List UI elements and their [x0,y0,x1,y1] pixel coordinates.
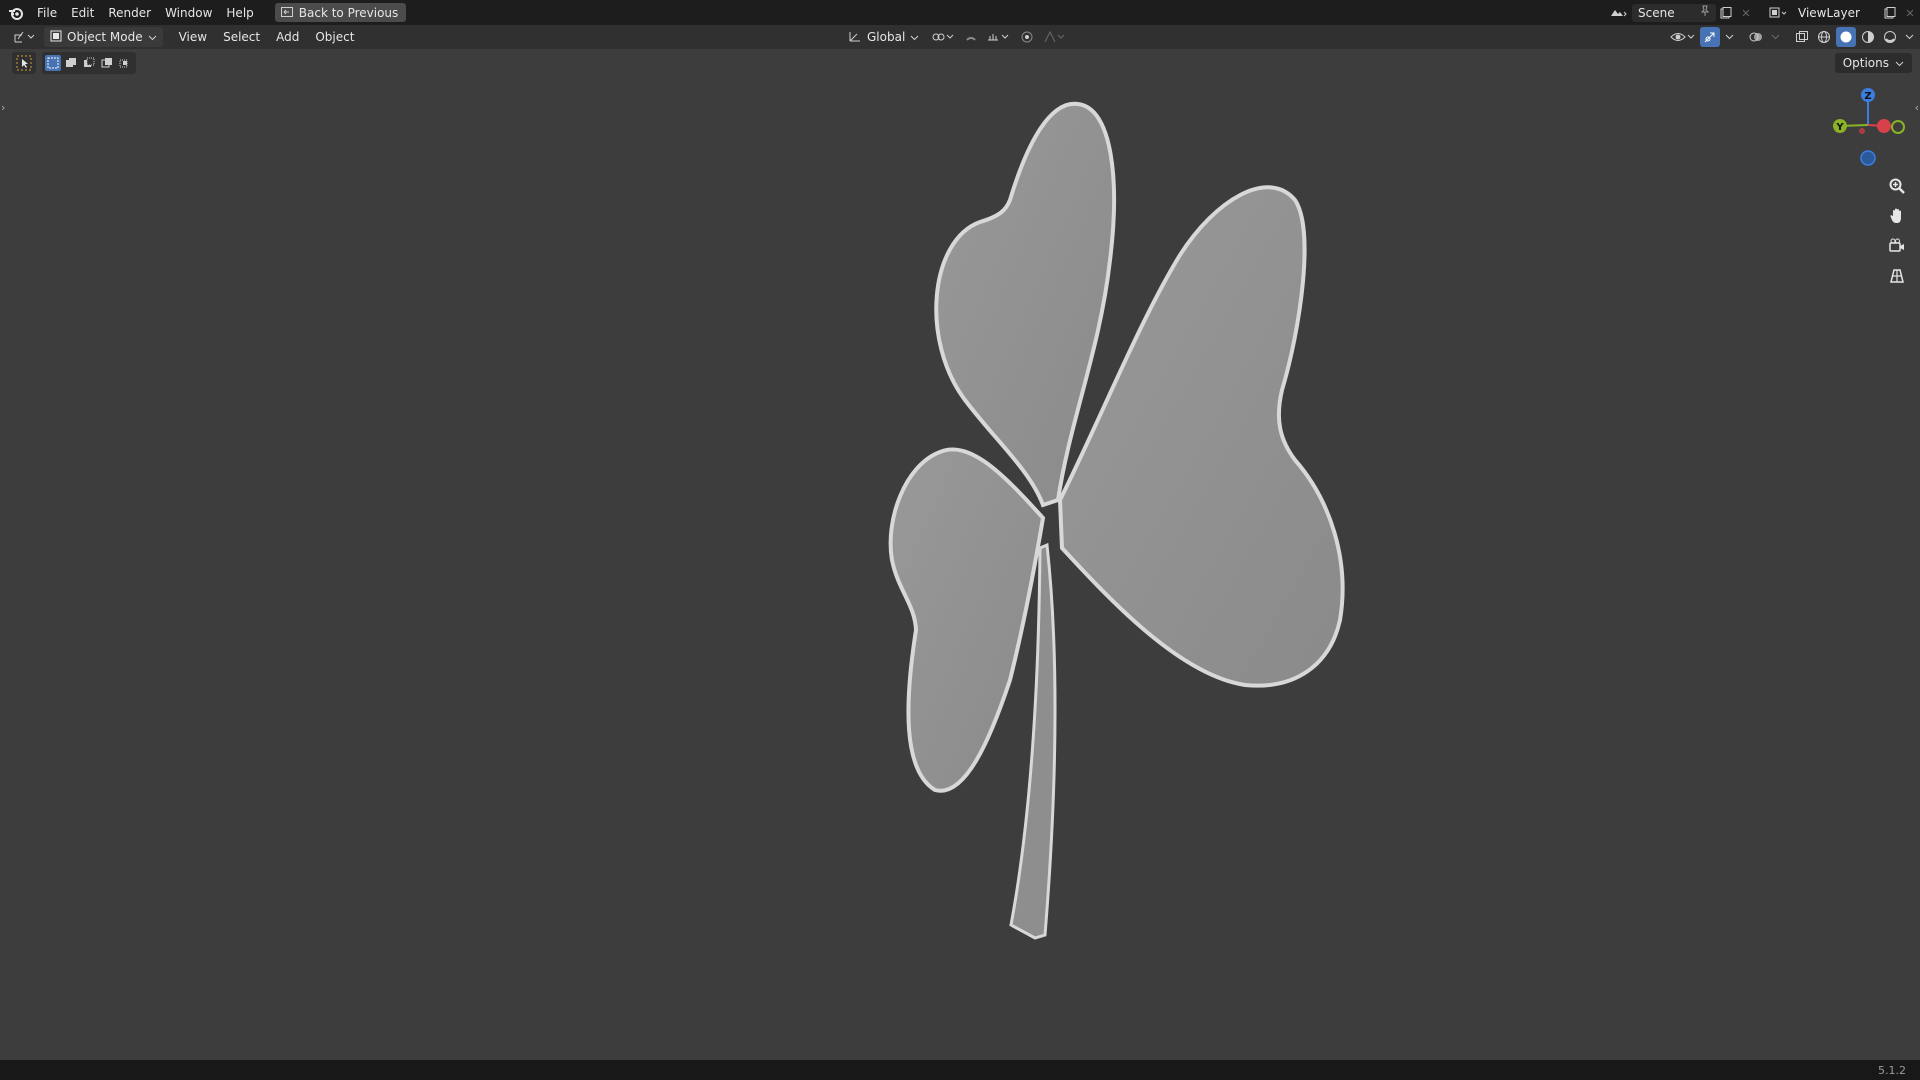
menu-add[interactable]: Add [268,30,307,44]
visibility-icon[interactable] [1668,27,1698,47]
menu-window[interactable]: Window [158,2,219,24]
menu-edit[interactable]: Edit [64,2,101,24]
viewport-canvas[interactable] [0,49,1920,1059]
pivot-point-icon[interactable] [929,27,957,47]
scene-browse-icon[interactable] [1608,3,1628,23]
top-bar: File Edit Render Window Help Back to Pre… [0,0,1920,25]
clover-model[interactable] [888,101,1345,940]
back-icon [280,6,293,20]
back-to-previous-button[interactable]: Back to Previous [274,3,407,22]
menu-help[interactable]: Help [219,2,260,24]
gizmo-toggle-icon[interactable] [1700,27,1720,47]
xray-toggle-icon[interactable] [1792,27,1812,47]
view-layer-name: ViewLayer [1798,5,1860,20]
view-layer-field[interactable]: ViewLayer [1792,4,1880,22]
chevron-down-icon[interactable] [1902,27,1916,47]
blender-logo-icon[interactable] [2,0,30,25]
chevron-down-icon [910,30,919,44]
scene-field[interactable]: Scene [1632,3,1716,22]
falloff-icon[interactable] [1041,27,1069,47]
snap-toggle-icon[interactable] [961,27,981,47]
orientation-label: Global [867,30,906,44]
delete-scene-icon[interactable] [1736,3,1756,23]
orientation-icon [848,29,862,46]
editor-type-icon[interactable] [12,27,40,47]
menu-object[interactable]: Object [307,30,362,44]
object-mode-icon [50,30,62,45]
pin-icon[interactable] [1700,5,1710,20]
menu-render[interactable]: Render [101,2,158,24]
delete-view-layer-icon[interactable] [1900,3,1920,23]
view-layer-browse-icon[interactable] [1768,3,1788,23]
back-to-previous-label: Back to Previous [298,5,399,20]
scene-name: Scene [1638,5,1675,20]
menu-view[interactable]: View [171,30,215,44]
menu-select[interactable]: Select [215,30,268,44]
rendered-shading-icon[interactable] [1880,27,1900,47]
mode-dropdown[interactable]: Object Mode [44,27,163,47]
chevron-down-icon[interactable] [1768,27,1782,47]
version-label: 5.1.2 [1878,1063,1906,1077]
proportional-editing-icon[interactable] [1017,27,1037,47]
mode-label: Object Mode [67,30,143,44]
menu-file[interactable]: File [30,2,64,24]
viewport-header: Object Mode View Select Add Object Globa… [0,25,1920,49]
transform-orientation-dropdown[interactable]: Global [842,27,925,47]
wireframe-shading-icon[interactable] [1814,27,1834,47]
snap-target-icon[interactable] [985,27,1013,47]
chevron-down-icon [148,30,157,44]
top-right-controls: Scene ViewLayer [1608,0,1920,25]
status-bar: 5.1.2 [0,1060,1920,1080]
clover-leaf-left[interactable] [888,447,1046,793]
chevron-down-icon[interactable] [1722,27,1736,47]
new-view-layer-icon[interactable] [1880,3,1900,23]
overlays-icon[interactable] [1746,27,1766,47]
new-scene-icon[interactable] [1716,3,1736,23]
viewport-right-tools [1668,25,1916,49]
viewport-center-tools: Global [838,25,1069,49]
solid-shading-icon[interactable] [1836,27,1856,47]
material-preview-icon[interactable] [1858,27,1878,47]
